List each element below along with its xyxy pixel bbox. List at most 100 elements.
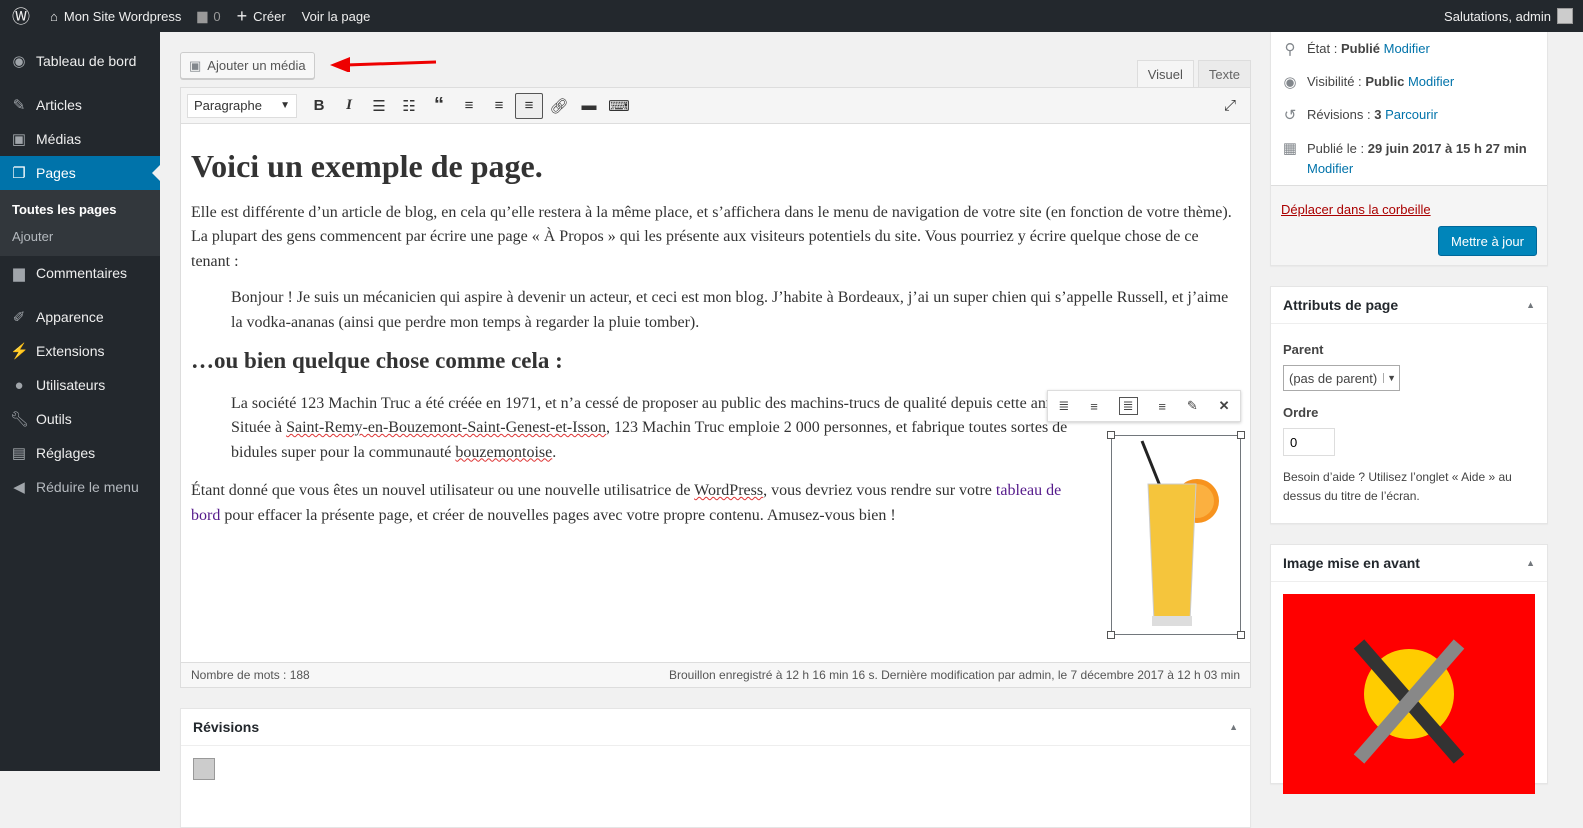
- help-text: Besoin d’aide ? Utilisez l’onglet « Aide…: [1283, 470, 1512, 503]
- sidebar-item-label: Tableau de bord: [36, 53, 137, 69]
- order-input[interactable]: [1283, 428, 1335, 456]
- comment-icon: ▆: [13, 265, 25, 282]
- quote-text: bouzemontoise: [455, 443, 553, 461]
- collapse-arrow-icon[interactable]: ▲: [1526, 558, 1535, 568]
- quote-text: Saint-Remy-en-Bouzemont-Saint-Genest-et-…: [286, 419, 607, 436]
- revisions-title: Révisions: [193, 719, 260, 735]
- fullscreen-icon[interactable]: ⤢: [1216, 93, 1244, 119]
- view-page-link[interactable]: Voir la page: [294, 0, 379, 32]
- avatar: [1557, 8, 1573, 24]
- add-media-label: Ajouter un média: [207, 58, 306, 73]
- paragraph-text: Étant donné que vous êtes un nouvel util…: [191, 482, 695, 499]
- plugin-icon: ⚡: [10, 343, 29, 360]
- media-icon: ▣: [11, 131, 27, 148]
- comments-link[interactable]: ▆ 0: [189, 0, 228, 32]
- numbered-list-icon[interactable]: ☷: [395, 93, 423, 119]
- collapse-arrow-icon[interactable]: ▲: [1526, 300, 1535, 310]
- save-status: Brouillon enregistré à 12 h 16 min 16 s.…: [669, 668, 1240, 682]
- revisions-header[interactable]: Révisions ▲: [181, 709, 1250, 746]
- update-button[interactable]: Mettre à jour: [1438, 226, 1537, 256]
- align-right-icon[interactable]: ≡: [515, 92, 543, 119]
- account-menu[interactable]: Salutations, admin: [1444, 8, 1583, 24]
- remove-icon[interactable]: ✕: [1219, 398, 1230, 414]
- tab-text[interactable]: Texte: [1197, 60, 1251, 87]
- sidebar-item-collapse[interactable]: ◀ Réduire le menu: [0, 470, 160, 504]
- sidebar-item-label: Réglages: [36, 445, 96, 461]
- edit-date-link[interactable]: Modifier: [1307, 161, 1353, 176]
- sidebar-item-media[interactable]: ▣ Médias: [0, 122, 160, 156]
- submenu-all-pages[interactable]: Toutes les pages: [0, 196, 160, 223]
- tab-visual[interactable]: Visuel: [1136, 60, 1194, 87]
- value: 3: [1374, 107, 1382, 122]
- sidebar-item-tools[interactable]: 🔧︎ Outils: [0, 402, 160, 436]
- label: Visibilité :: [1307, 74, 1362, 89]
- sidebar-item-appearance[interactable]: ✐ Apparence: [0, 300, 160, 334]
- sidebar-item-plugins[interactable]: ⚡ Extensions: [0, 334, 160, 368]
- format-select[interactable]: Paragraphe ▼: [187, 93, 297, 118]
- content-paragraph: Elle est différente d’un article de blog…: [191, 203, 1232, 270]
- sidebar-item-label: Pages: [36, 165, 76, 181]
- paragraph-text: pour effacer la présente page, et créer …: [220, 506, 896, 524]
- editor-content[interactable]: Voici un exemple de page. Elle est diffé…: [181, 124, 1250, 554]
- bold-icon[interactable]: B: [305, 93, 333, 119]
- featured-image[interactable]: [1283, 594, 1535, 794]
- quote-text: .: [552, 443, 557, 461]
- create-label: Créer: [253, 8, 286, 24]
- sidebar-item-articles[interactable]: ✎ Articles: [0, 88, 160, 122]
- read-more-icon[interactable]: ▬: [575, 93, 603, 119]
- italic-icon[interactable]: I: [335, 93, 363, 119]
- settings-icon: ▤: [11, 445, 27, 462]
- orange-juice-image: [1140, 440, 1219, 626]
- format-value: Paragraphe: [194, 98, 262, 113]
- label: Publié le :: [1307, 141, 1365, 156]
- submenu-add[interactable]: Ajouter: [0, 223, 160, 250]
- wordpress-logo-icon[interactable]: Ⓦ: [0, 0, 42, 32]
- status-row: ⚲ État : Publié Modifier: [1271, 32, 1547, 65]
- revisions-box: Révisions ▲: [180, 708, 1251, 828]
- add-media-button[interactable]: ▣ Ajouter un média: [180, 52, 315, 79]
- site-name-link[interactable]: ⌂ Mon Site Wordpress: [42, 0, 189, 32]
- align-left-icon[interactable]: ≡: [455, 93, 483, 119]
- link-icon[interactable]: 🔗︎: [545, 93, 573, 119]
- featured-image-header[interactable]: Image mise en avant ▲: [1271, 545, 1547, 582]
- trash-link[interactable]: Déplacer dans la corbeille: [1281, 202, 1431, 217]
- sidebar-item-comments[interactable]: ▆ Commentaires: [0, 256, 160, 290]
- sidebar-item-settings[interactable]: ▤ Réglages: [0, 436, 160, 470]
- publish-box: ⚲ État : Publié Modifier ◉ Visibilité : Pu…: [1270, 32, 1548, 266]
- align-right-icon[interactable]: ≣: [1118, 397, 1138, 415]
- annotation-arrow: [330, 57, 437, 72]
- sidebar-item-label: Articles: [36, 97, 82, 113]
- toolbar-toggle-icon[interactable]: ⌨: [605, 93, 633, 119]
- selected-image[interactable]: [1107, 431, 1245, 639]
- sidebar-item-users[interactable]: ● Utilisateurs: [0, 368, 160, 402]
- status-text: État : Publié Modifier: [1307, 41, 1430, 56]
- sidebar-item-pages[interactable]: ❐ Pages: [0, 156, 160, 190]
- attributes-header[interactable]: Attributs de page ▲: [1271, 287, 1547, 324]
- sidebar-item-label: Extensions: [36, 343, 105, 359]
- align-left-icon[interactable]: ≣: [1058, 398, 1069, 414]
- content-paragraph: Étant donné que vous êtes un nouvel util…: [191, 479, 1070, 528]
- edit-visibility-link[interactable]: Modifier: [1408, 74, 1454, 89]
- edit-status-link[interactable]: Modifier: [1384, 41, 1430, 56]
- no-align-icon[interactable]: ≡: [1158, 399, 1166, 414]
- sidebar-item-dashboard[interactable]: ◉ Tableau de bord: [0, 44, 160, 78]
- create-link[interactable]: + Créer: [229, 0, 294, 32]
- bullet-list-icon[interactable]: ☰: [365, 93, 393, 119]
- align-center-icon[interactable]: ≡: [1090, 399, 1098, 414]
- featured-image-box: Image mise en avant ▲: [1270, 544, 1548, 794]
- quote-icon[interactable]: “: [425, 93, 453, 119]
- align-center-icon[interactable]: ≡: [485, 93, 513, 119]
- featured-image-title: Image mise en avant: [1283, 555, 1420, 571]
- order-label: Ordre: [1283, 405, 1319, 420]
- parent-select[interactable]: (pas de parent) ▼: [1283, 365, 1401, 391]
- sidebar: ◉ Tableau de bord ✎ Articles ▣ Médias ❐ Page…: [0, 32, 160, 771]
- admin-bar: Ⓦ ⌂ Mon Site Wordpress ▆ 0 + Créer Voir la …: [0, 0, 1583, 32]
- browse-revisions-link[interactable]: Parcourir: [1385, 107, 1438, 122]
- collapse-icon: ◀: [13, 479, 25, 496]
- home-icon: ⌂: [50, 8, 58, 24]
- collapse-arrow-icon[interactable]: ▲: [1229, 722, 1238, 732]
- edit-icon[interactable]: ✎: [1187, 398, 1198, 414]
- chevron-down-icon: ▼: [1383, 373, 1399, 383]
- sidebar-item-label: Outils: [36, 411, 72, 427]
- page-attributes-box: Attributs de page ▲ Parent (pas de parent…: [1270, 286, 1548, 524]
